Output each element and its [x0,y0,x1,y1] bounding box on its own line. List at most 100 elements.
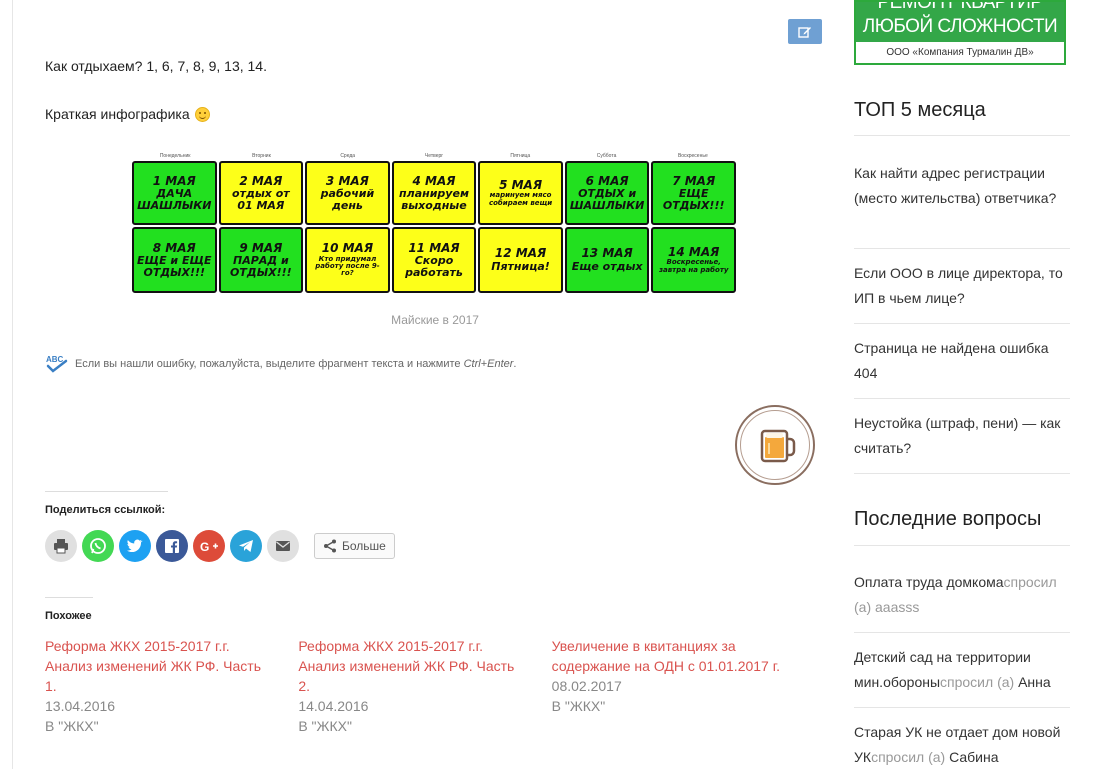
calendar-day-note: Воскресенье, завтра на работу [658,258,729,274]
related-post-date: 08.02.2017 [551,678,622,694]
top5-link[interactable]: Если ООО в лице директора, то ИП в чьем … [854,261,1070,311]
calendar-day-cell: 1 МАЯ ДАЧА ШАШЛЫКИ [132,161,217,225]
calendar-day-note: ЕЩЕ ОТДЫХ!!! [662,187,725,212]
calendar-day-date: 4 МАЯ [412,173,456,188]
related-posts: Реформа ЖКХ 2015-2017 г.г. Анализ измене… [45,636,805,736]
calendar-day-date: 8 МАЯ [152,240,196,255]
share-email-button[interactable] [267,530,299,562]
calendar-day-date: 1 МАЯ [152,173,196,188]
svg-text:G: G [200,540,209,553]
infographic-intro-text: Краткая инфографика [45,106,190,122]
calendar-day-note: рабочий день [320,187,375,212]
top5-link[interactable]: Страница не найдена ошибка 404 [854,336,1070,386]
divider [854,707,1070,708]
related-post-link[interactable]: Реформа ЖКХ 2015-2017 г.г. Анализ измене… [45,636,276,696]
article-content: Как отдыхаем? 1, 6, 7, 8, 9, 13, 14. Кра… [45,0,825,769]
weekday-label: Четверг [424,153,444,159]
calendar-day-cell: 13 МАЯ Еще отдых [564,227,650,293]
share-whatsapp-button[interactable] [82,530,114,562]
share-twitter-button[interactable] [119,530,151,562]
ad-banner[interactable]: РЕМОНТ КВАРТИР ЛЮБОЙ СЛОЖНОСТИ ООО «Комп… [854,0,1066,65]
spellcheck-notice: ABC Если вы нашли ошибку, пожалуйста, вы… [45,354,516,374]
donate-beer-button[interactable] [735,405,815,485]
related-post-date: 14.04.2016 [298,698,369,714]
related-post-date: 13.04.2016 [45,698,116,714]
question-link[interactable]: Детский сад на территории мин.обороныспр… [854,645,1070,695]
calendar-day-cell: 8 МАЯ ЕЩЕ и ЕЩЕ ОТДЫХ!!! [132,227,217,293]
related-post: Реформа ЖКХ 2015-2017 г.г. Анализ измене… [45,636,298,736]
weekday-label: Понедельник [159,153,191,159]
question-link[interactable]: Старая УК не отдает дом новой УКспросил … [854,720,1070,769]
calendar-day-cell: 4 МАЯ планируем выходные [391,161,477,225]
whatsapp-icon [90,538,106,554]
facebook-icon [165,539,179,553]
calendar-day-date: 6 МАЯ [585,173,629,188]
beer-mug-icon [760,429,796,463]
calendar-day-date: 5 МАЯ [499,177,543,192]
top5-link[interactable]: Неустойка (штраф, пени) — как считать? [854,411,1070,461]
calendar-day-cell: 9 МАЯ ПАРАД и ОТДЫХ!!! [218,227,304,293]
twitter-icon [127,539,143,553]
calendar-day-note: маринуем мясо собираем вещи [488,191,553,207]
divider [854,398,1070,399]
calendar-day-note: Пятница! [491,260,550,274]
calendar-day-cell: 2 МАЯ отдых от 01 МАЯ [218,161,304,225]
calendar-day-note: ПАРАД и ОТДЫХ!!! [230,254,292,279]
abc-spellcheck-icon: ABC [46,355,68,373]
share-telegram-button[interactable] [230,530,262,562]
calendar-day-note: планируем выходные [399,187,469,212]
calendar-day-cell: 10 МАЯ Кто придумал работу после 9-го? [305,227,390,293]
calendar-day-note: Еще отдых [571,260,643,274]
email-icon [276,541,290,551]
weekday-label: Суббота [596,153,617,159]
telegram-icon [239,540,253,552]
edit-button[interactable] [788,19,822,44]
related-post-link[interactable]: Увеличение в квитанциях за содержание на… [552,636,783,676]
question-link[interactable]: Оплата труда домкомаспросил (а) aaasss [854,570,1070,620]
banner-headline: ЛЮБОЙ СЛОЖНОСТИ [862,16,1058,37]
calendar-day-cell: 6 МАЯ ОТДЫХ и ШАШЛЫКИ [564,161,650,225]
svg-text:ABC: ABC [46,355,64,364]
more-share-button[interactable]: Больше [314,533,395,559]
calendar-day-date: 14 МАЯ [668,244,720,259]
divider [854,323,1070,324]
may-holidays-infographic: Понедельник Вторник Среда Четверг Пятниц… [132,152,736,294]
share-print-button[interactable] [45,530,77,562]
divider [854,248,1070,249]
weekday-label: Вторник [252,153,271,159]
calendar-day-date: 2 МАЯ [239,173,283,188]
calendar-day-note: Кто придумал работу после 9-го? [315,254,380,278]
related-post-category: В "ЖКХ" [551,698,606,714]
calendar-day-date: 9 МАЯ [239,240,283,255]
calendar-day-cell: 12 МАЯ Пятница! [478,227,563,293]
top5-title: ТОП 5 месяца [854,99,986,121]
infographic-intro: Краткая инфографика [45,106,210,122]
calendar-day-cell: 14 МАЯ Воскресенье, завтра на работу [651,227,736,293]
related-post-link[interactable]: Реформа ЖКХ 2015-2017 г.г. Анализ измене… [298,636,529,696]
calendar-day-note: отдых от 01 МАЯ [232,187,290,212]
share-google-plus-button[interactable]: G [193,530,225,562]
calendar-grid: 1 МАЯ ДАЧА ШАШЛЫКИ 2 МАЯ отдых от 01 МАЯ 3 М… [132,161,736,293]
calendar-header: Понедельник Вторник Среда Четверг Пятниц… [132,152,736,160]
sidebar: РЕМОНТ КВАРТИР ЛЮБОЙ СЛОЖНОСТИ ООО «Комп… [854,0,1070,769]
divider [854,473,1070,474]
calendar-day-date: 12 МАЯ [494,246,547,261]
related-post: Увеличение в квитанциях за содержание на… [552,636,805,736]
calendar-day-note: ДАЧА ШАШЛЫКИ [137,187,212,212]
rest-days-text: Как отдыхаем? 1, 6, 7, 8, 9, 13, 14. [45,58,267,74]
weekday-label: Воскресенье [677,153,708,159]
divider [854,632,1070,633]
calendar-day-cell: 7 МАЯ ЕЩЕ ОТДЫХ!!! [651,161,736,225]
calendar-day-cell: 11 МАЯ Скоро работать [391,227,477,293]
weekday-label: Среда [340,153,356,159]
banner-partial-line: РЕМОНТ КВАРТИР [877,2,1043,13]
share-facebook-button[interactable] [156,530,188,562]
divider [854,545,1070,546]
calendar-day-date: 10 МАЯ [321,241,374,256]
calendar-day-date: 13 МАЯ [581,246,633,261]
related-title: Похожее [45,610,92,622]
top5-link[interactable]: Как найти адрес регистрации (место жител… [854,161,1070,211]
divider [854,135,1070,136]
weekday-label: Пятница [510,153,531,159]
related-post-category: В "ЖКХ" [298,718,352,734]
